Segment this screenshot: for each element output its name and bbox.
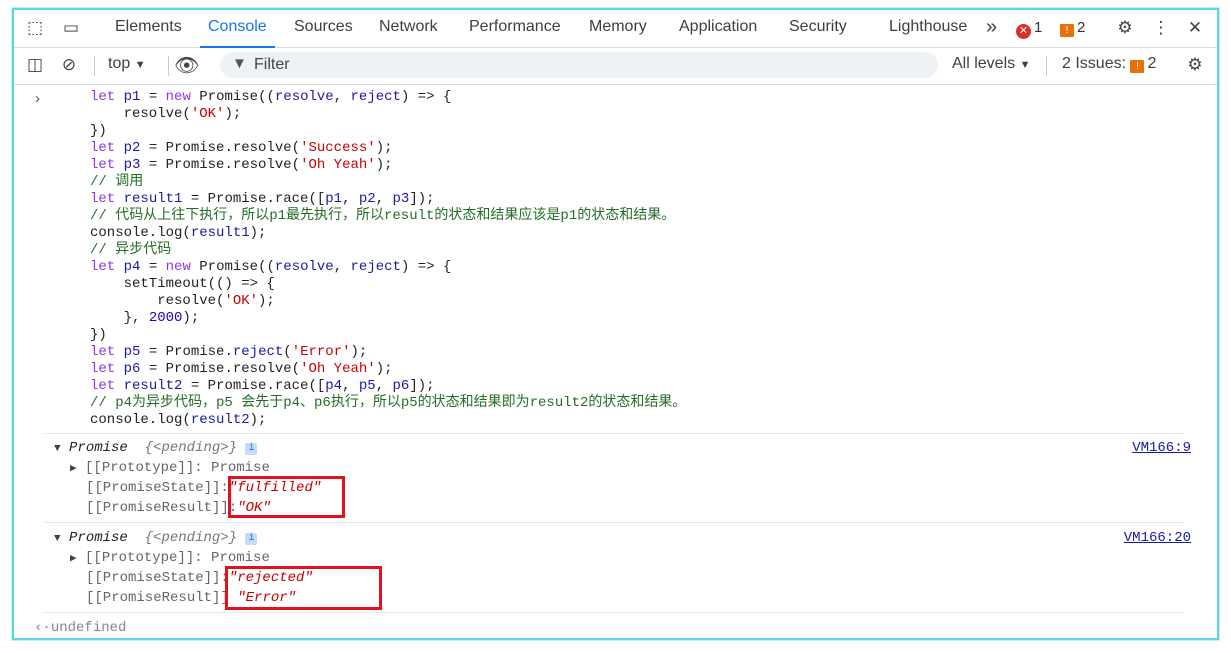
close-icon[interactable]: ✕ (1184, 17, 1206, 39)
highlight-box (225, 566, 382, 610)
tab-console[interactable]: Console (200, 10, 275, 48)
issues-counter[interactable]: 2 Issues: ! 2 (1062, 55, 1156, 73)
toolbar-separator (168, 56, 169, 76)
promise-header[interactable]: ▼ Promise {<pending>} i (54, 438, 258, 459)
tab-security[interactable]: Security (789, 10, 847, 47)
console-toolbar: ◫ ⊘ top ▼ 👁 ▼ Filter All levels ▼ 2 Issu… (14, 48, 1217, 85)
collapse-triangle-icon[interactable]: ▶ (70, 553, 77, 565)
collapse-triangle-icon[interactable]: ▶ (70, 463, 77, 475)
code-line: let p6 = Promise.resolve('Oh Yeah'); (90, 361, 393, 377)
code-line: let result2 = Promise.race([p4, p5, p6])… (90, 378, 435, 394)
code-line: setTimeout(() => { (90, 276, 275, 292)
code-line: // 代码从上往下执行，所以p1最先执行，所以result的状态和结果应该是p1… (90, 208, 676, 224)
promise-header[interactable]: ▼ Promise {<pending>} i (54, 528, 258, 549)
code-line: console.log(result1); (90, 225, 267, 241)
filter-input[interactable]: ▼ Filter (220, 52, 938, 78)
return-value-row: ‹·undefined (34, 620, 127, 636)
log-levels-dropdown[interactable]: All levels ▼ (952, 55, 1030, 73)
return-arrow-icon: ‹· (34, 620, 51, 636)
info-icon[interactable]: i (245, 533, 258, 545)
toolbar-separator (94, 56, 95, 76)
clear-console-icon[interactable]: ⊘ (58, 54, 80, 76)
expand-triangle-icon[interactable]: ▼ (54, 443, 61, 455)
tab-application[interactable]: Application (679, 10, 757, 47)
warning-counter[interactable]: ! 2 (1060, 18, 1085, 38)
code-line: let result1 = Promise.race([p1, p2, p3])… (90, 191, 435, 207)
code-line: let p1 = new Promise((resolve, reject) =… (90, 89, 452, 105)
more-tabs-icon[interactable]: » (986, 10, 997, 47)
highlight-box (228, 476, 345, 518)
code-line: // 异步代码 (90, 242, 172, 258)
error-icon: ✕ (1016, 24, 1031, 39)
context-selector[interactable]: top ▼ (108, 55, 146, 73)
console-input-code: let p1 = new Promise((resolve, reject) =… (90, 89, 686, 429)
inspect-element-icon[interactable]: ⬚ (24, 17, 46, 39)
sidebar-toggle-icon[interactable]: ◫ (24, 54, 46, 76)
tab-elements[interactable]: Elements (115, 10, 182, 47)
code-line: let p2 = Promise.resolve('Success'); (90, 140, 393, 156)
settings-gear-icon[interactable]: ⚙ (1114, 17, 1136, 39)
console-settings-gear-icon[interactable]: ⚙ (1184, 54, 1206, 76)
tab-network[interactable]: Network (379, 10, 438, 47)
code-line: // p4为异步代码，p5 会先于p4、p6执行，所以p5的状态和结果即为res… (90, 395, 687, 411)
code-line: let p5 = Promise.reject('Error'); (90, 344, 368, 360)
more-options-icon[interactable]: ⋮ (1150, 17, 1172, 39)
code-line: let p3 = Promise.resolve('Oh Yeah'); (90, 157, 393, 173)
warning-icon: ! (1060, 24, 1074, 37)
code-line: // 调用 (90, 174, 144, 190)
dropdown-arrow-icon: ▼ (1019, 59, 1031, 71)
entry-divider (44, 522, 1184, 523)
toolbar-separator (1046, 56, 1047, 76)
source-link[interactable]: VM166:9 (1132, 440, 1191, 456)
input-prompt-icon: › (35, 90, 40, 107)
entry-divider (44, 612, 1184, 613)
code-line: resolve('OK'); (90, 106, 242, 122)
device-toolbar-icon[interactable]: ▭ (60, 17, 82, 39)
tab-memory[interactable]: Memory (589, 10, 647, 47)
filter-funnel-icon: ▼ (232, 55, 247, 72)
error-counter[interactable]: ✕ 1 (1016, 18, 1042, 39)
code-line: console.log(result2); (90, 412, 267, 428)
code-line: }) (90, 327, 107, 343)
issue-warning-icon: ! (1130, 60, 1145, 73)
tab-performance[interactable]: Performance (469, 10, 561, 47)
code-line: let p4 = new Promise((resolve, reject) =… (90, 259, 452, 275)
devtools-tab-bar: ⬚ ▭ Elements Console Sources Network Per… (14, 10, 1217, 48)
tab-lighthouse[interactable]: Lighthouse (889, 10, 967, 47)
live-expression-eye-icon[interactable]: 👁 (174, 54, 199, 76)
info-icon[interactable]: i (245, 443, 258, 455)
code-line: resolve('OK'); (90, 293, 275, 309)
devtools-window: ⬚ ▭ Elements Console Sources Network Per… (12, 8, 1219, 640)
source-link[interactable]: VM166:20 (1124, 530, 1191, 546)
dropdown-arrow-icon: ▼ (134, 59, 146, 71)
code-line: }) (90, 123, 107, 139)
entry-divider (44, 433, 1184, 434)
expand-triangle-icon[interactable]: ▼ (54, 533, 61, 545)
tab-sources[interactable]: Sources (294, 10, 353, 47)
code-line: }, 2000); (90, 310, 200, 326)
